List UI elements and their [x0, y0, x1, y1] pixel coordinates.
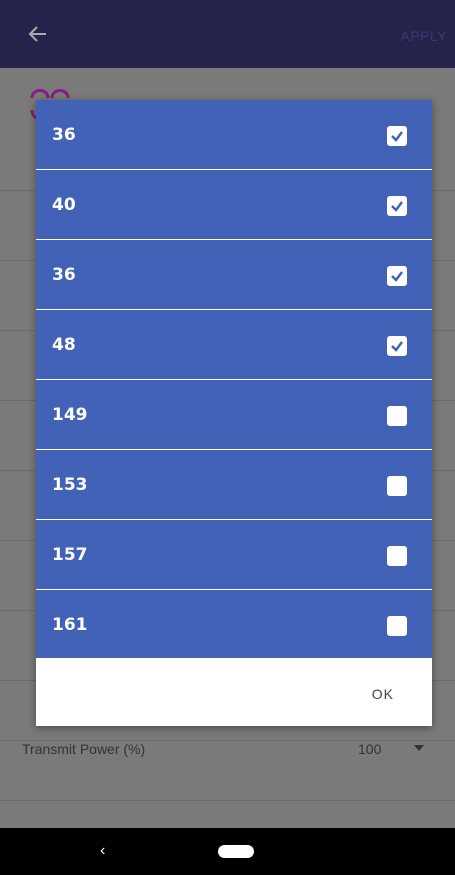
apply-button[interactable]: APPLY — [400, 28, 447, 44]
channel-item[interactable]: 36 — [36, 100, 432, 170]
channel-item[interactable]: 161 — [36, 590, 432, 658]
arrow-left-icon[interactable] — [26, 22, 50, 46]
transmit-power-row[interactable]: Transmit Power (%) 100 — [0, 735, 455, 795]
checkbox-checked-icon[interactable] — [387, 126, 407, 146]
checkbox-checked-icon[interactable] — [387, 336, 407, 356]
channel-label: 40 — [52, 195, 76, 215]
channel-label: 36 — [52, 265, 76, 285]
channel-item[interactable]: 149 — [36, 380, 432, 450]
checkbox-checked-icon[interactable] — [387, 266, 407, 286]
checkbox-unchecked-icon[interactable] — [387, 406, 407, 426]
transmit-power-value: 100 — [358, 741, 382, 757]
nav-home-icon[interactable] — [218, 845, 254, 858]
channel-label: 36 — [52, 125, 76, 145]
system-nav-bar: ‹ — [0, 828, 455, 875]
channel-label: 153 — [52, 475, 88, 495]
channel-select-dialog: 36 40 36 48 149 153 157 161 OK — [36, 100, 432, 726]
dropdown-caret-icon[interactable] — [414, 745, 424, 751]
channel-item[interactable]: 36 — [36, 240, 432, 310]
checkbox-unchecked-icon[interactable] — [387, 476, 407, 496]
channel-item[interactable]: 40 — [36, 170, 432, 240]
channel-label: 157 — [52, 545, 88, 565]
nav-back-icon[interactable]: ‹ — [100, 842, 105, 860]
channel-label: 149 — [52, 405, 88, 425]
checkbox-unchecked-icon[interactable] — [387, 546, 407, 566]
checkbox-unchecked-icon[interactable] — [387, 616, 407, 636]
ok-button[interactable]: OK — [372, 686, 394, 702]
channel-label: 161 — [52, 615, 88, 635]
app-bar: APPLY — [0, 0, 455, 68]
checkbox-checked-icon[interactable] — [387, 196, 407, 216]
transmit-power-label: Transmit Power (%) — [22, 741, 146, 757]
channel-list: 36 40 36 48 149 153 157 161 — [36, 100, 432, 658]
channel-label: 48 — [52, 335, 76, 355]
channel-item[interactable]: 153 — [36, 450, 432, 520]
channel-item[interactable]: 48 — [36, 310, 432, 380]
channel-item[interactable]: 157 — [36, 520, 432, 590]
